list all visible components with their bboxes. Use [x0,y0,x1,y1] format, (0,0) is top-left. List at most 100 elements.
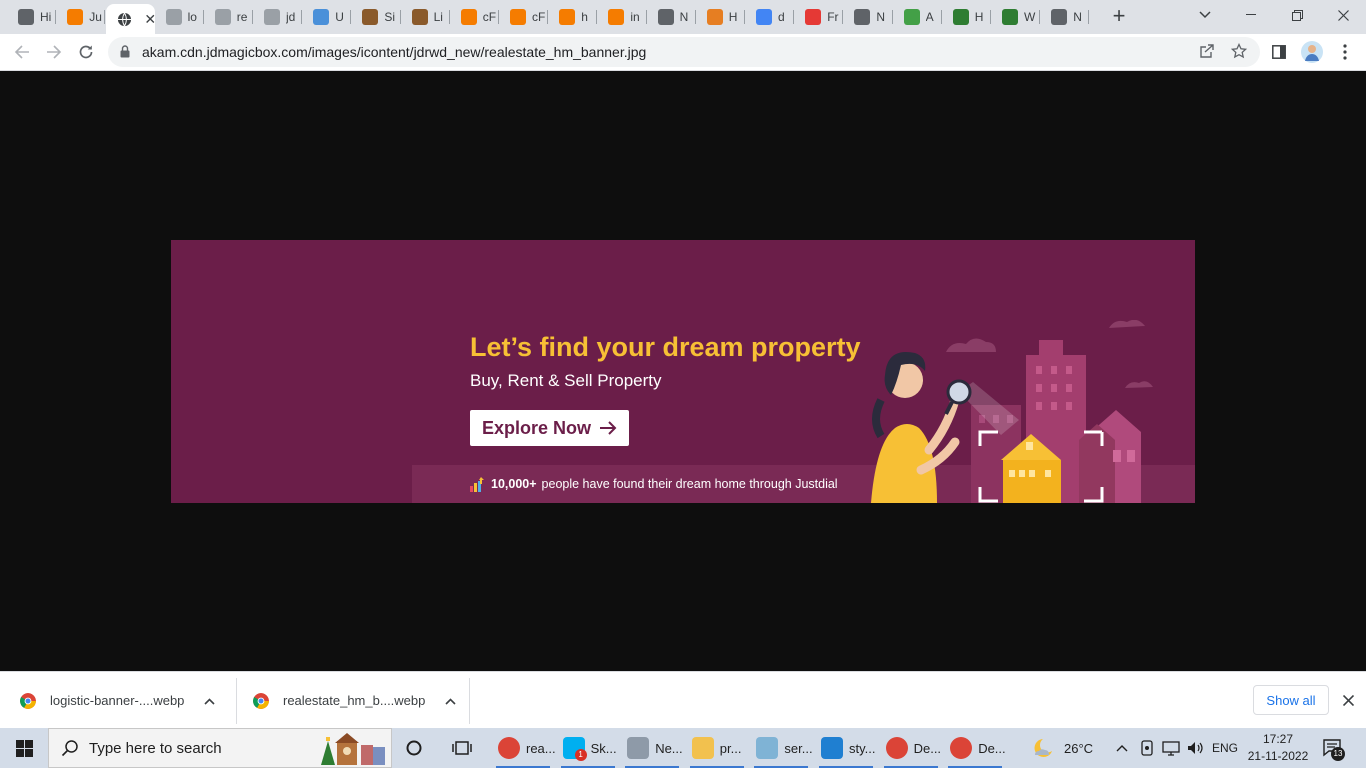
tab-title: Li [433,10,443,24]
browser-tab[interactable]: d [746,4,795,30]
forward-button[interactable] [41,39,67,65]
browser-tab[interactable]: Si [352,4,401,30]
taskbar-app[interactable]: Sk... 1 [557,728,619,768]
taskbar-app-label: De... [913,740,942,756]
tab-strip: + Hi Ju ✕ lo re jd U Si Li cF cF h in N Hd Fr N A H W N [0,0,1366,34]
system-clock[interactable]: 17:27 21-11-2022 [1244,731,1312,765]
search-placeholder: Type here to search [89,739,222,757]
volume-icon[interactable] [1186,728,1204,768]
reload-button[interactable] [73,39,99,65]
profile-avatar-icon[interactable] [1301,41,1323,63]
menu-kebab-icon[interactable] [1334,41,1356,63]
chrome-icon [885,737,908,759]
show-hidden-icons-chevron-icon[interactable] [1116,728,1128,768]
browser-tab[interactable]: lo [156,4,204,30]
tab-separator [842,10,844,24]
browser-toolbar: akam.cdn.jdmagicbox.com/images/icontent/… [0,34,1366,71]
taskbar-app-label: ser... [784,740,813,756]
close-window-button[interactable] [1320,0,1366,30]
show-all-downloads-button[interactable]: Show all [1253,685,1329,715]
restore-button[interactable] [1274,0,1320,30]
tab-separator [547,10,549,24]
tab-title: N [679,10,689,24]
browser-tab[interactable]: Fr [795,4,844,30]
globe-icon [165,9,182,25]
browser-tab[interactable]: A [894,4,942,30]
browser-tab[interactable]: Ju [57,4,106,30]
browser-tab[interactable]: N [1041,4,1090,30]
browser-tab[interactable]: cF [500,4,549,30]
browser-tab[interactable]: H [697,4,745,30]
tab-separator [596,10,598,24]
address-bar[interactable]: akam.cdn.jdmagicbox.com/images/icontent/… [108,37,1260,67]
taskbar-app[interactable]: De... [880,728,942,768]
github-icon [1051,9,1068,25]
explore-now-button[interactable]: Explore Now [470,410,629,446]
w-icon [1002,9,1018,25]
new-tab-button[interactable]: + [1108,4,1130,28]
cortana-icon[interactable] [405,728,423,768]
proof-text: people have found their dream home throu… [541,477,838,491]
chevron-up-icon[interactable] [445,694,456,708]
weather-widget[interactable]: 26°C [1030,728,1093,768]
tab-title: Ju [89,10,102,24]
tab-search-chevron-down-icon[interactable] [1182,0,1228,30]
download-item-2[interactable]: realestate_hm_b....webp [253,672,456,729]
vscode-icon [821,737,843,759]
network-icon[interactable] [1162,728,1180,768]
tab-separator [1039,10,1041,24]
browser-tab[interactable]: Hi [8,4,57,30]
brand-icon [805,9,822,25]
browser-tab[interactable]: cF [451,4,499,30]
browser-tab[interactable]: jd [254,4,303,30]
browser-tab[interactable]: re [205,4,253,30]
download-item-1[interactable]: logistic-banner-....webp [20,672,215,729]
chevron-up-icon[interactable] [204,694,215,708]
taskbar-app-label: pr... [719,740,742,756]
justdial-icon [67,9,84,25]
tab-separator [1088,10,1090,24]
tab-separator [399,10,401,24]
taskbar-app[interactable]: sty... [815,728,877,768]
taskbar-app[interactable]: De... [944,728,1006,768]
tab-separator [497,10,499,24]
task-view-icon[interactable] [452,728,472,768]
browser-tab[interactable]: in [598,4,647,30]
minimize-button[interactable] [1228,0,1274,30]
history-icon [18,9,34,25]
github-icon [657,9,674,25]
windows-start-icon[interactable] [0,728,48,768]
banner-subline: Buy, Rent & Sell Property [470,371,662,390]
pen-workspace-icon[interactable] [1140,728,1154,768]
taskbar-search-box[interactable]: Type here to search [48,728,392,768]
taskbar-app[interactable]: rea... [492,728,556,768]
share-icon[interactable] [1198,43,1216,61]
url-text[interactable]: akam.cdn.jdmagicbox.com/images/icontent/… [142,44,646,60]
tab-separator [891,10,893,24]
browser-tab[interactable]: N [648,4,696,30]
browser-tab[interactable]: W [992,4,1041,30]
tab-title: re [236,10,248,24]
taskbar-app[interactable]: ser... [750,728,813,768]
close-tab-icon[interactable]: ✕ [144,11,156,28]
social-proof-line: 10,000+ people have found their dream ho… [470,476,838,492]
browser-tab[interactable]: H [943,4,991,30]
browser-tab[interactable]: N [844,4,893,30]
close-shelf-icon[interactable] [1338,689,1358,711]
tab-title: cF [482,10,497,24]
taskbar-app[interactable]: Ne... [621,728,683,768]
browser-tab[interactable]: ✕ [106,4,156,34]
lock-icon [120,45,130,58]
chrome-icon [253,692,269,709]
bookmark-star-icon[interactable] [1230,42,1248,61]
browser-tab[interactable]: U [303,4,352,30]
browser-tab[interactable]: h [549,4,598,30]
tab-separator [104,10,106,24]
notification-center[interactable]: 13 [1322,728,1345,768]
back-button[interactable] [9,39,35,65]
drive-icon [627,737,650,759]
side-panel-icon[interactable] [1268,41,1290,63]
language-indicator[interactable]: ENG [1212,728,1238,768]
browser-tab[interactable]: Li [402,4,450,30]
taskbar-app[interactable]: pr... [686,728,748,768]
